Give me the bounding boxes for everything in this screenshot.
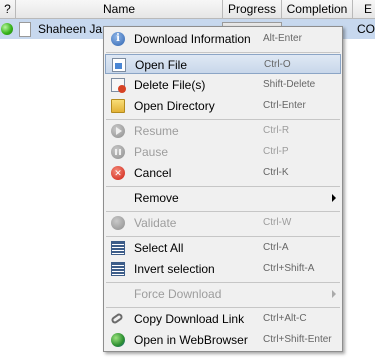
menu-item-shortcut: Ctrl+Shift-Enter	[263, 334, 332, 345]
select-all-icon	[111, 241, 125, 255]
menu-item-shortcut: Shift-Delete	[263, 79, 316, 90]
menu-item-remove[interactable]: Remove	[105, 188, 341, 208]
table-header: ? Name Progress Completion E	[0, 0, 375, 19]
menu-item-label: Open File	[135, 58, 188, 72]
menu-item-label: Remove	[134, 191, 179, 205]
menu-item-label: Cancel	[134, 166, 172, 180]
status-ok-icon	[1, 23, 13, 35]
menu-item-open-in-webbrowser[interactable]: Open in WebBrowser Ctrl+Shift-Enter	[105, 330, 341, 350]
context-menu: Download Information Alt-Enter Open File…	[103, 26, 343, 352]
menu-item-download-information[interactable]: Download Information Alt-Enter	[105, 29, 341, 49]
menu-item-shortcut: Ctrl-W	[263, 217, 292, 228]
menu-item-shortcut: Alt-Enter	[263, 33, 302, 44]
menu-separator	[106, 307, 340, 308]
column-header-extra[interactable]: E	[353, 0, 375, 18]
menu-separator	[106, 186, 340, 187]
column-header-progress[interactable]: Progress	[223, 0, 282, 18]
file-icon	[19, 22, 31, 37]
menu-item-label: Open Directory	[134, 99, 215, 113]
menu-separator	[106, 282, 340, 283]
menu-item-label: Open in WebBrowser	[134, 333, 248, 347]
invert-selection-icon	[111, 262, 125, 276]
menu-item-shortcut: Ctrl-O	[264, 59, 291, 70]
menu-item-label: Select All	[134, 241, 184, 255]
menu-separator	[106, 119, 340, 120]
row-name: Shaheen Ja	[38, 22, 103, 36]
validate-icon	[111, 216, 125, 230]
menu-item-label: Validate	[134, 216, 177, 230]
cancel-icon	[111, 166, 125, 180]
menu-item-select-all[interactable]: Select All Ctrl-A	[105, 238, 341, 258]
menu-item-shortcut: Ctrl-R	[263, 125, 290, 136]
menu-item-copy-download-link[interactable]: Copy Download Link Ctrl+Alt-C	[105, 309, 341, 329]
menu-item-open-directory[interactable]: Open Directory Ctrl-Enter	[105, 96, 341, 116]
info-icon	[111, 32, 125, 46]
menu-item-force-download[interactable]: Force Download	[105, 284, 341, 304]
menu-item-cancel[interactable]: Cancel Ctrl-K	[105, 163, 341, 183]
open-file-icon	[112, 58, 126, 72]
menu-separator	[106, 236, 340, 237]
menu-item-open-file[interactable]: Open File Ctrl-O	[105, 54, 341, 74]
menu-item-label: Download Information	[134, 32, 251, 46]
submenu-arrow-icon	[332, 194, 336, 202]
pause-icon	[111, 145, 125, 159]
menu-item-label: Delete File(s)	[134, 78, 206, 92]
menu-separator	[106, 52, 340, 53]
menu-item-delete-files[interactable]: Delete File(s) Shift-Delete	[105, 75, 341, 95]
menu-item-shortcut: Ctrl-P	[263, 146, 289, 157]
menu-item-shortcut: Ctrl-Enter	[263, 100, 306, 111]
menu-item-label: Force Download	[134, 287, 222, 301]
folder-icon	[111, 99, 125, 113]
menu-item-shortcut: Ctrl+Alt-C	[263, 313, 307, 324]
menu-item-label: Resume	[134, 124, 179, 138]
row-completion: CO	[357, 22, 375, 36]
resume-icon	[111, 124, 125, 138]
submenu-arrow-icon	[332, 290, 336, 298]
delete-file-icon	[111, 78, 126, 93]
menu-item-label: Invert selection	[134, 262, 215, 276]
column-header-name[interactable]: Name	[16, 0, 223, 18]
link-icon	[110, 312, 124, 325]
menu-item-validate[interactable]: Validate Ctrl-W	[105, 213, 341, 233]
menu-separator	[106, 211, 340, 212]
column-header-completion[interactable]: Completion	[282, 0, 353, 18]
menu-item-invert-selection[interactable]: Invert selection Ctrl+Shift-A	[105, 259, 341, 279]
menu-item-shortcut: Ctrl-A	[263, 242, 289, 253]
menu-item-pause[interactable]: Pause Ctrl-P	[105, 142, 341, 162]
menu-item-label: Pause	[134, 145, 169, 159]
menu-item-resume[interactable]: Resume Ctrl-R	[105, 121, 341, 141]
web-browser-icon	[111, 333, 125, 347]
menu-item-label: Copy Download Link	[134, 312, 245, 326]
menu-item-shortcut: Ctrl-K	[263, 167, 289, 178]
column-header-status[interactable]: ?	[0, 0, 16, 18]
menu-item-shortcut: Ctrl+Shift-A	[263, 263, 315, 274]
